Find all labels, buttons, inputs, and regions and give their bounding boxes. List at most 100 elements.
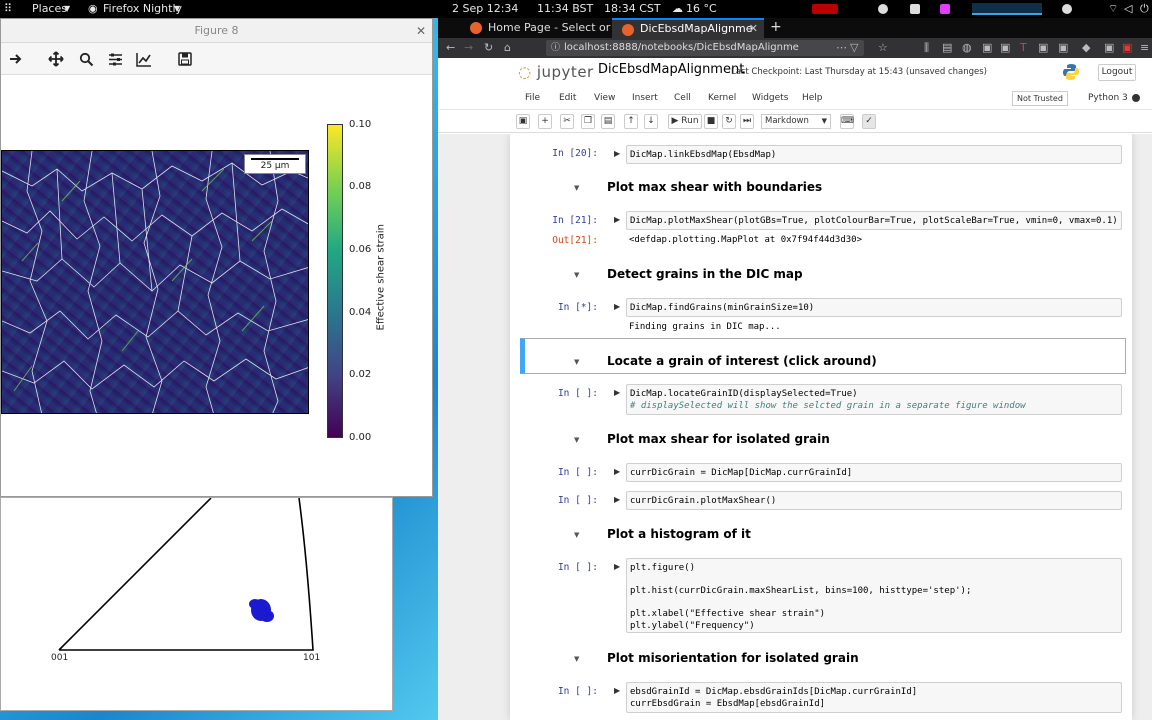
library-icon[interactable]: ⫼	[924, 41, 929, 55]
run-cell-icon[interactable]: ▶︎	[614, 562, 620, 571]
extension-icon[interactable]: ▣	[1122, 41, 1132, 54]
run-cell-icon[interactable]: ▶︎	[614, 388, 620, 397]
code-input[interactable]: plt.figure() plt.hist(currDicGrain.maxSh…	[626, 558, 1122, 633]
copy-button[interactable]: ❐	[581, 114, 595, 129]
move-down-button[interactable]: ↓	[644, 114, 658, 129]
ipf-figure-window[interactable]: 001 101	[0, 497, 393, 711]
menu-help[interactable]: Help	[802, 93, 823, 103]
clock-date[interactable]: 2 Sep 12:34	[452, 2, 518, 15]
reload-icon[interactable]: ↻	[484, 41, 493, 54]
run-cell-icon[interactable]: ▶︎	[614, 149, 620, 158]
apps-icon[interactable]: ⠿	[4, 2, 12, 15]
cell-type-select[interactable]: Markdown ▼	[761, 114, 831, 129]
volume-icon[interactable]: ◁	[1124, 2, 1132, 15]
record-icon[interactable]	[878, 4, 888, 14]
edit-axes-icon[interactable]	[134, 50, 154, 68]
zoom-icon[interactable]	[76, 50, 96, 68]
save-button[interactable]: ▣	[516, 114, 530, 129]
page-actions-icon[interactable]: ⋯	[836, 41, 847, 54]
run-button[interactable]: ▶︎ Run	[668, 114, 702, 129]
save-figure-icon[interactable]	[175, 50, 195, 68]
configure-subplots-icon[interactable]	[105, 50, 125, 68]
extension-icon[interactable]: ▣	[982, 41, 992, 54]
run-cell-icon[interactable]: ▶︎	[614, 495, 620, 504]
menu-edit[interactable]: Edit	[559, 93, 576, 103]
code-input[interactable]: DicMap.plotMaxShear(plotGBs=True, plotCo…	[626, 211, 1122, 230]
power-icon[interactable]: ⏻	[1140, 2, 1149, 16]
code-input[interactable]: DicMap.linkEbsdMap(EbsdMap)	[626, 145, 1122, 164]
restart-button[interactable]: ↻	[722, 114, 736, 129]
top-panel: ⠿ Places ▼ ◉ Firefox Nightly ▼ 2 Sep 12:…	[0, 0, 1152, 18]
run-cell-icon[interactable]: ▶︎	[614, 215, 620, 224]
code-input[interactable]: DicMap.locateGrainID(displaySelected=Tru…	[626, 384, 1122, 415]
collapse-heading-icon[interactable]: ▼	[574, 655, 579, 663]
back-icon[interactable]: ←	[446, 41, 455, 54]
run-cell-icon[interactable]: ▶︎	[614, 302, 620, 311]
extension-icon[interactable]: ▣	[1000, 41, 1010, 54]
interrupt-button[interactable]: ■	[704, 114, 718, 129]
colorbar-tick: 0.10	[349, 119, 372, 130]
notebook-name[interactable]: DicEbsdMapAlignment	[598, 62, 744, 77]
forward-icon[interactable]: →	[464, 41, 473, 54]
collapse-heading-icon[interactable]: ▼	[574, 358, 579, 366]
collapse-heading-icon[interactable]: ▼	[574, 271, 579, 279]
colorbar	[327, 124, 343, 438]
jupyter-logo[interactable]: ◌ jupyter	[518, 63, 594, 81]
wifi-icon[interactable]: ⌔	[1108, 2, 1118, 16]
collapse-heading-icon[interactable]: ▼	[574, 531, 579, 539]
new-tab-icon[interactable]: +	[770, 19, 782, 35]
move-up-button[interactable]: ↑	[624, 114, 638, 129]
insert-cell-button[interactable]: +	[538, 114, 552, 129]
notebook-area[interactable]: In [20]: ▶︎ DicMap.linkEbsdMap(EbsdMap) …	[438, 134, 1152, 720]
menu-file[interactable]: File	[525, 93, 540, 103]
app-menu[interactable]: Firefox Nightly	[103, 2, 182, 15]
close-tab-icon[interactable]: ✕	[749, 20, 758, 38]
code-input[interactable]: DicMap.findGrains(minGrainSize=10)	[626, 298, 1122, 317]
collapse-heading-icon[interactable]: ▼	[574, 436, 579, 444]
code-input[interactable]: currDicGrain.plotMaxShear()	[626, 491, 1122, 510]
cut-button[interactable]: ✂	[560, 114, 574, 129]
tab-home-page[interactable]: Home Page - Select or	[460, 18, 612, 38]
run-cell-icon[interactable]: ▶︎	[614, 686, 620, 695]
pocket-icon[interactable]: ▽	[850, 41, 858, 54]
max-shear-map[interactable]: 25 µm	[1, 150, 309, 414]
tab-notebook[interactable]: DicEbsdMapAlignme ✕	[612, 18, 764, 38]
menu-insert[interactable]: Insert	[632, 93, 658, 103]
url-bar[interactable]: ⓘ localhost:8888/notebooks/DicEbsdMapAli…	[546, 40, 864, 56]
cell-toolbar-button[interactable]: ✓	[862, 114, 876, 129]
restart-run-all-button[interactable]: ⏭	[740, 114, 754, 129]
run-cell-icon[interactable]: ▶︎	[614, 467, 620, 476]
code-input[interactable]: ebsdGrainId = DicMap.ebsdGrainIds[DicMap…	[626, 682, 1122, 713]
menu-widgets[interactable]: Widgets	[752, 93, 788, 103]
extension-icon[interactable]: ▣	[1104, 41, 1114, 54]
places-menu[interactable]: Places	[32, 2, 67, 15]
extension-icon[interactable]: ▣	[1038, 41, 1048, 54]
sidebar-icon[interactable]: ▤	[942, 41, 952, 54]
command-palette-button[interactable]: ⌨	[840, 114, 854, 129]
status-icon[interactable]	[1062, 4, 1072, 14]
paste-button[interactable]: ▤	[601, 114, 615, 129]
menu-cell[interactable]: Cell	[674, 93, 691, 103]
trust-button[interactable]: Not Trusted	[1012, 91, 1068, 106]
home-icon[interactable]: ⌂	[504, 41, 511, 54]
menu-kernel[interactable]: Kernel	[708, 93, 736, 103]
extension-icon[interactable]: ▣	[1058, 41, 1068, 54]
slack-icon[interactable]	[940, 4, 950, 14]
menu-view[interactable]: View	[594, 93, 615, 103]
extension-icon[interactable]: ◆	[1082, 41, 1090, 54]
menu-icon[interactable]: ≡	[1140, 41, 1149, 54]
collapse-heading-icon[interactable]: ▼	[574, 184, 579, 192]
forward-arrow-icon[interactable]	[5, 50, 25, 68]
pan-icon[interactable]	[46, 50, 66, 68]
code-input[interactable]: currDicGrain = DicMap[DicMap.currGrainId…	[626, 463, 1122, 482]
figure-titlebar[interactable]: Figure 8 ✕	[1, 19, 432, 43]
extension-icon[interactable]	[910, 4, 920, 14]
bookmark-star-icon[interactable]: ☆	[878, 41, 888, 54]
logout-button[interactable]: Logout	[1098, 64, 1136, 81]
figure-title: Figure 8	[194, 24, 239, 37]
sync-icon[interactable]: ◍	[962, 41, 972, 54]
extension-icon[interactable]: T	[1020, 41, 1027, 54]
close-icon[interactable]: ✕	[416, 19, 426, 43]
figure-window[interactable]: Figure 8 ✕ 25 µm 0.10 0.08 0.06 0.04 0.0…	[0, 18, 433, 497]
cell-prompt: In [21]:	[552, 215, 598, 226]
